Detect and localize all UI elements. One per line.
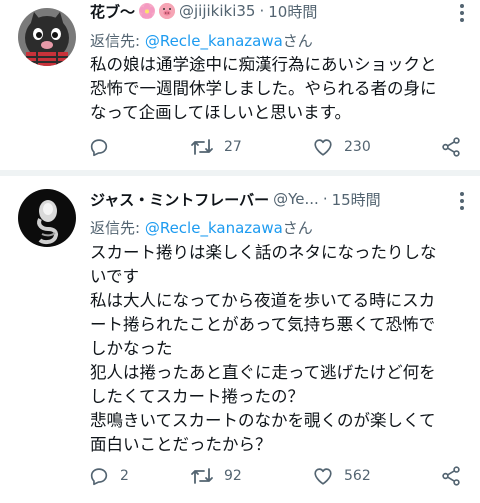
reply-count: 2: [120, 468, 129, 484]
like-icon: [314, 468, 332, 485]
reply-button[interactable]: 2: [88, 465, 129, 487]
share-icon: [442, 466, 460, 486]
tweet-actions: 2 92 562: [88, 465, 468, 491]
tweet-text: 私の娘は通学途中に痴漢行為にあいショックと 恐怖で一週間休学しました。やられる者…: [90, 53, 460, 125]
cherry-blossom-emoji: [139, 3, 156, 19]
tweet-2[interactable]: ジャス・ミントフレーバー @Ye... · 15時間 返信先: @Recle_k…: [0, 176, 480, 503]
reply-mention-link[interactable]: @Recle_kanazawa: [145, 219, 283, 237]
share-button[interactable]: [440, 465, 462, 487]
avatar[interactable]: [18, 8, 76, 66]
like-button[interactable]: 562: [312, 465, 371, 487]
retweet-button[interactable]: 92: [190, 465, 242, 487]
tweet-text-line: 私は大人になってから夜道を歩いてる時にスカ: [90, 291, 436, 310]
like-button[interactable]: 230: [312, 136, 371, 158]
tweet-text-line: 恐怖で一週間休学しました。やられる者の身に: [90, 79, 437, 98]
avatar[interactable]: [18, 189, 76, 247]
more-icon[interactable]: [458, 192, 466, 210]
tweet-header: 花ブ〜 @jijikiki35 · 10時間: [90, 0, 446, 23]
reply-to: 返信先: @Recle_kanazawaさん: [90, 30, 313, 51]
reply-to-label: 返信先:: [90, 219, 145, 237]
separator-dot: ·: [322, 190, 328, 208]
reply-to-suffix: さん: [282, 219, 313, 237]
tweet-text-line: 面白いことだったから？: [90, 435, 272, 454]
display-name[interactable]: 花ブ〜: [90, 1, 135, 22]
separator-dot: ·: [259, 2, 265, 20]
reply-icon: [90, 468, 108, 486]
reply-to-suffix: さん: [282, 32, 313, 50]
retweet-icon: [191, 468, 213, 484]
reply-icon: [90, 139, 108, 157]
like-icon: [314, 139, 332, 156]
tweet-text-line: ート捲られたことがあって気持ち悪くて恐怖で: [90, 315, 436, 334]
tweet-actions: 27 230: [88, 136, 468, 162]
tweet-text-line: しかなった: [90, 339, 173, 358]
reply-mention-link[interactable]: @Recle_kanazawa: [145, 32, 283, 50]
share-icon: [442, 137, 460, 157]
retweet-icon: [191, 139, 213, 155]
tweet-text-line: スカート捲りは楽しく話のネタになったりしな: [90, 243, 437, 262]
user-handle[interactable]: @jijikiki35: [179, 2, 255, 20]
timestamp[interactable]: 10時間: [268, 1, 317, 22]
tweet-text-line: したくてスカート捲ったの？: [90, 387, 305, 406]
tweet-text: スカート捲りは楽しく話のネタになったりしな いです 私は大人になってから夜道を歩…: [90, 241, 460, 457]
reply-button[interactable]: [88, 136, 120, 158]
tweet-text-line: 私の娘は通学途中に痴漢行為にあいショックと: [90, 55, 437, 74]
more-icon[interactable]: [458, 4, 466, 22]
pig-emoji: [159, 3, 176, 19]
retweet-button[interactable]: 27: [190, 136, 242, 158]
timestamp[interactable]: 15時間: [332, 189, 381, 210]
tweet-header: ジャス・ミントフレーバー @Ye... · 15時間: [90, 187, 446, 211]
retweet-count: 27: [224, 139, 242, 155]
reply-to-label: 返信先:: [90, 32, 145, 50]
like-count: 230: [344, 139, 371, 155]
tweet-text-line: いです: [90, 267, 140, 286]
share-button[interactable]: [440, 136, 462, 158]
user-handle[interactable]: @Ye...: [273, 190, 319, 208]
reply-to: 返信先: @Recle_kanazawaさん: [90, 217, 313, 238]
tweet-text-line: 悲鳴きいてスカートのなかを覗くのが楽しくて: [90, 411, 436, 430]
tweet-text-line: 犯人は捲ったあと直ぐに走って逃げたけど何を: [90, 363, 436, 382]
like-count: 562: [344, 468, 371, 484]
retweet-count: 92: [224, 468, 242, 484]
tweet-1[interactable]: 花ブ〜 @jijikiki35 · 10時間 返信先: @Recle_kanaz…: [0, 0, 480, 176]
tweet-text-line: なって企画してほしいと思います。: [90, 103, 352, 122]
display-name[interactable]: ジャス・ミントフレーバー: [90, 189, 269, 210]
